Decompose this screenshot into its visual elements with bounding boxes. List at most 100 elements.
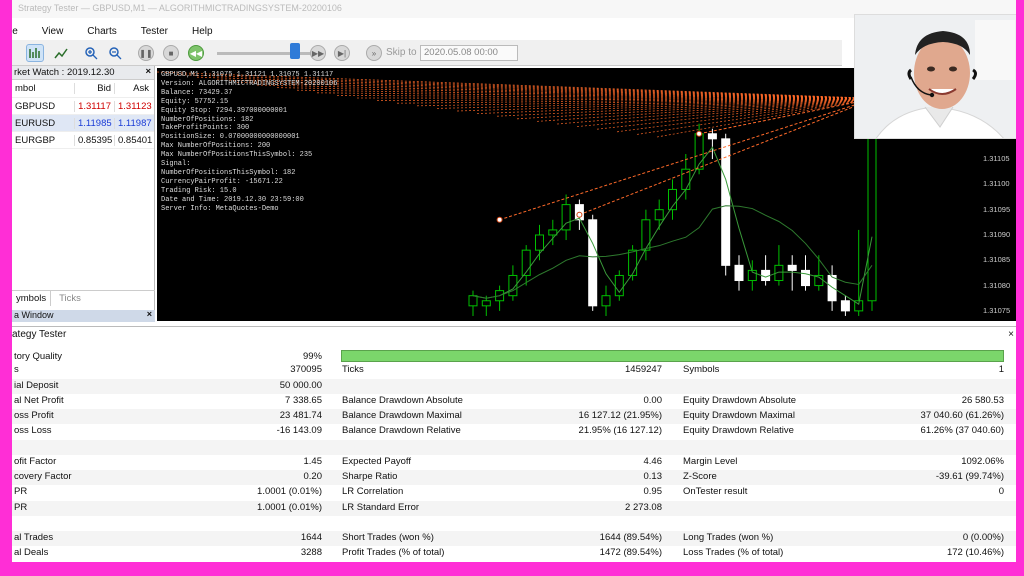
trade-marker bbox=[696, 130, 703, 137]
trade-line bbox=[499, 97, 876, 221]
candle-body bbox=[641, 219, 651, 251]
line-chart-icon[interactable] bbox=[52, 44, 70, 62]
stop-icon[interactable]: ■ bbox=[163, 45, 179, 61]
menu-tester[interactable]: Tester bbox=[141, 26, 168, 37]
ask-cell: 0.85401 bbox=[114, 134, 152, 146]
pause-icon[interactable]: ❚❚ bbox=[138, 45, 154, 61]
stat-value: -39.61 (99.74%) bbox=[935, 471, 1004, 482]
stat-value: 370095 bbox=[290, 364, 322, 376]
menu-file[interactable]: le bbox=[12, 26, 18, 37]
toolbar: ❚❚ ■ ◀◀ ▶▶ ▶| » Skip to 2020.05.08 00:00 bbox=[12, 40, 842, 66]
trade-line bbox=[476, 97, 876, 114]
skip-date-input[interactable]: 2020.05.08 00:00 bbox=[420, 45, 518, 61]
stat-value: 1472 (89.54%) bbox=[599, 547, 662, 559]
symbol-header[interactable]: mbol bbox=[12, 83, 74, 94]
price-tick-label: 1.31085 bbox=[983, 255, 1011, 265]
candle-body bbox=[707, 133, 717, 140]
close-icon[interactable]: × bbox=[145, 66, 151, 77]
presenter-image bbox=[855, 15, 1016, 138]
history-quality-bar bbox=[341, 350, 1004, 362]
speed-slider-thumb[interactable] bbox=[289, 43, 300, 59]
market-watch-tabs: ymbols Ticks bbox=[12, 290, 155, 306]
menu-charts[interactable]: Charts bbox=[87, 26, 116, 37]
candle-body bbox=[801, 269, 810, 287]
fast-forward-icon[interactable]: ▶▶ bbox=[310, 45, 326, 61]
chart-info-line: Date and Time: 2019.12.30 23:59:00 bbox=[161, 195, 304, 204]
bar-chart-icon[interactable] bbox=[26, 44, 44, 62]
stat-value: 0.00 bbox=[643, 394, 663, 406]
stat-value: 1 bbox=[998, 364, 1004, 376]
stat-label: covery Factor bbox=[14, 471, 72, 482]
strategy-tester-title: ategy Tester bbox=[12, 329, 67, 340]
symbol-cell: GBPUSD bbox=[15, 100, 56, 112]
trade-line bbox=[536, 97, 876, 122]
price-tick-label: 1.31105 bbox=[983, 154, 1010, 164]
stat-value: 0.20 bbox=[303, 471, 323, 482]
candle-body bbox=[721, 138, 731, 266]
market-watch-row[interactable]: GBPUSD 1.31117 1.31123 bbox=[12, 98, 154, 115]
stat-value: 0.13 bbox=[643, 471, 663, 482]
chart-info-line: Signal: bbox=[161, 160, 191, 169]
stat-label: Equity Drawdown Maximal bbox=[683, 410, 795, 421]
ask-cell: 1.11987 bbox=[114, 117, 152, 129]
candle-body bbox=[535, 234, 544, 251]
close-icon[interactable]: × bbox=[147, 309, 152, 319]
trade-line bbox=[699, 97, 876, 135]
history-quality-label: tory Quality bbox=[14, 351, 63, 362]
price-tick-label: 1.31095 bbox=[983, 204, 1011, 214]
bid-header[interactable]: Bid bbox=[74, 83, 114, 94]
stat-value: 1.0001 (0.01%) bbox=[257, 486, 322, 498]
stat-value: 1644 bbox=[300, 532, 322, 543]
stat-value: 0 (0.00%) bbox=[962, 532, 1004, 543]
stat-value: 1.45 bbox=[303, 455, 323, 467]
chart-info-overlay: GBPUSD,M1 1.31075 1.31121 1.31075 1.3111… bbox=[161, 71, 337, 214]
stat-value: 172 (10.46%) bbox=[946, 547, 1004, 559]
skip-end-icon[interactable]: ▶| bbox=[334, 45, 350, 61]
chart-info-line: NumberOfPositionsThisSymbol: 182 bbox=[161, 168, 296, 177]
stat-value: 7 338.65 bbox=[285, 394, 322, 406]
stat-label: ial Deposit bbox=[14, 379, 59, 391]
stat-label: Equity Drawdown Relative bbox=[683, 425, 794, 437]
chart-info-line: Trading Risk: 15.0 bbox=[161, 186, 237, 195]
market-watch-title: rket Watch : 2019.12.30 × bbox=[12, 66, 154, 80]
trade-marker bbox=[576, 211, 583, 218]
ask-header[interactable]: Ask bbox=[114, 83, 152, 94]
stat-value: 1644 (89.54%) bbox=[599, 532, 662, 543]
chart-info-line: Max NumberOfPositions: 200 bbox=[161, 142, 271, 151]
tab-ticks[interactable]: Ticks bbox=[51, 291, 85, 306]
stat-label: OnTester result bbox=[683, 486, 748, 498]
rewind-icon[interactable]: ◀◀ bbox=[188, 45, 204, 61]
chart-info-line: CurrencyPairProfit: -15671.22 bbox=[161, 177, 283, 186]
market-watch-panel: rket Watch : 2019.12.30 × mbol Bid Ask G… bbox=[12, 66, 155, 310]
stat-value: 1459247 bbox=[625, 364, 662, 376]
price-tick-label: 1.31100 bbox=[983, 179, 1010, 189]
stat-label: Symbols bbox=[683, 364, 720, 376]
tab-symbols[interactable]: ymbols bbox=[12, 291, 52, 306]
stat-label: oss Loss bbox=[14, 425, 52, 437]
stat-value: 61.26% (37 040.60) bbox=[920, 425, 1004, 437]
stat-label: s bbox=[14, 364, 19, 376]
menu-bar: le View Charts Tester Help bbox=[12, 22, 842, 40]
table-row-stripe bbox=[12, 439, 1016, 455]
zoom-in-icon[interactable] bbox=[82, 44, 100, 62]
menu-help[interactable]: Help bbox=[192, 26, 213, 37]
chart-info-line: Balance: 73429.37 bbox=[161, 88, 233, 97]
strategy-tester-header: ategy Tester × bbox=[12, 326, 1016, 342]
close-icon[interactable]: × bbox=[1008, 329, 1014, 340]
chart-info-line: TakeProfitPoints: 300 bbox=[161, 124, 250, 133]
trade-line bbox=[376, 97, 876, 101]
candle-body bbox=[787, 264, 797, 271]
stat-label: al Deals bbox=[14, 547, 49, 559]
stat-value: 50 000.00 bbox=[279, 379, 322, 391]
market-watch-row[interactable]: EURUSD 1.11985 1.11987 bbox=[12, 115, 154, 132]
market-watch-row[interactable]: EURGBP 0.85395 0.85401 bbox=[12, 132, 154, 149]
symbol-cell: EURUSD bbox=[15, 117, 56, 129]
zoom-out-icon[interactable] bbox=[106, 44, 124, 62]
skip-icon[interactable]: » bbox=[366, 45, 382, 61]
stat-value: 21.95% (16 127.12) bbox=[578, 425, 662, 437]
chart-info-line: Server Info: MetaQuotes-Demo bbox=[161, 204, 279, 213]
trade-line bbox=[396, 97, 876, 104]
menu-view[interactable]: View bbox=[42, 26, 64, 37]
candle-body bbox=[481, 300, 491, 307]
stat-label: PR bbox=[14, 486, 28, 498]
